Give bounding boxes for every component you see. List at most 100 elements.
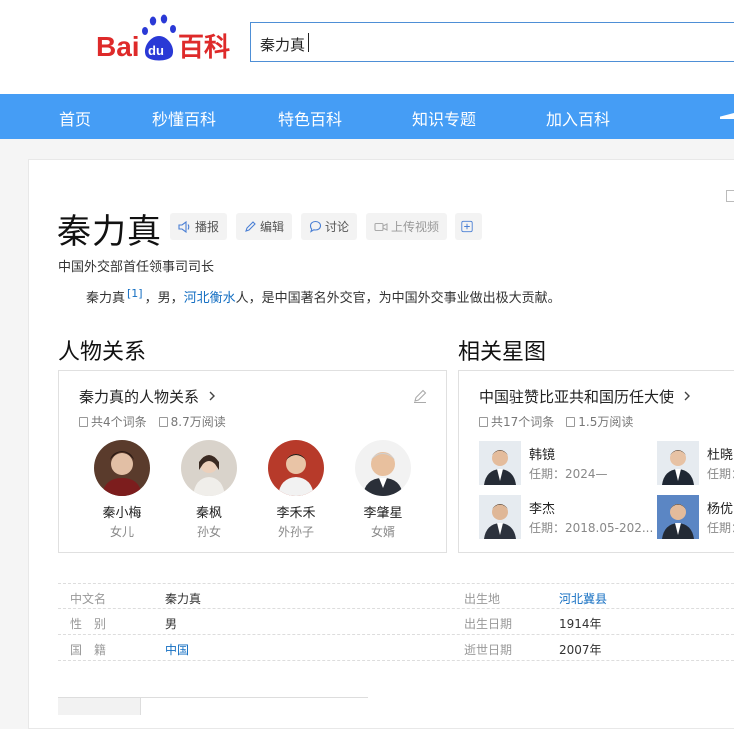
ambassador-name: 杜晓 (707, 448, 734, 463)
avatar (181, 440, 237, 496)
nav-item-special[interactable]: 特色百科 (278, 106, 342, 130)
info-value: 男 (165, 617, 178, 631)
edit-label: 编辑 (260, 220, 285, 234)
relations-box-title[interactable]: 秦力真的人物关系 (79, 386, 217, 407)
plus-icon (461, 220, 473, 233)
ambassador-photo (479, 495, 521, 539)
summary-rest: 人，是中国著名外交官，为中国外交事业做出极大贡献。 (235, 291, 561, 306)
book-icon (158, 416, 168, 427)
pencil-icon (245, 221, 256, 232)
stars-meta: 共17个词条 1.5万阅读 (479, 413, 633, 430)
ambassador-name: 韩镜 (529, 448, 556, 463)
side-panel-icon[interactable] (726, 190, 734, 202)
info-key: 国 籍 (70, 643, 107, 657)
relations-reads: 8.7万阅读 (170, 415, 226, 429)
discuss-button[interactable]: 讨论 (301, 213, 358, 240)
nav-edge-decoration (720, 113, 734, 119)
stars-reads: 1.5万阅读 (578, 415, 634, 429)
relations-count: 共4个词条 (91, 415, 147, 429)
person-qin-feng[interactable]: 秦枫 孙女 (174, 440, 244, 540)
svg-text:du: du (148, 43, 164, 58)
upload-video-button[interactable]: 上传视频 (366, 213, 448, 240)
ambassador-name: 杨优 (707, 502, 734, 517)
avatar (355, 440, 411, 496)
summary-name: 秦力真 (86, 291, 126, 306)
info-key: 出生日期 (464, 617, 513, 631)
main-nav: 首页 秒懂百科 特色百科 知识专题 加入百科 (0, 94, 734, 139)
info-value: 1914年 (559, 617, 602, 631)
page-title: 秦力真 (57, 212, 162, 252)
broadcast-label: 播报 (195, 220, 220, 234)
person-role: 女儿 (109, 525, 134, 539)
nav-item-topics[interactable]: 知识专题 (412, 106, 476, 130)
stars-count: 共17个词条 (491, 415, 555, 429)
avatar (94, 440, 150, 496)
chevron-right-icon (684, 391, 690, 401)
tab-stub[interactable] (58, 698, 141, 715)
star-map-box: 中国驻赞比亚共和国历任大使 共17个词条 1.5万阅读 韩镜 任期：2024— … (458, 370, 734, 553)
search-input-value: 秦力真 (260, 36, 306, 54)
birthplace-link[interactable]: 河北冀县 (559, 590, 607, 607)
svg-text:Bai: Bai (96, 31, 140, 62)
relations-section-title: 人物关系 (58, 340, 147, 365)
star-box-title-text: 中国驻赞比亚共和国历任大使 (479, 388, 675, 406)
reference-link[interactable]: [1] (127, 287, 143, 300)
hebei-hengshui-link[interactable]: 河北衡水 (184, 291, 236, 306)
star-box-title[interactable]: 中国驻赞比亚共和国历任大使 (479, 386, 692, 407)
upload-video-label: 上传视频 (391, 220, 440, 234)
info-row: 中文名 秦力真 出生地 河北冀县 (58, 583, 734, 609)
discuss-label: 讨论 (325, 220, 350, 234)
ambassador-term: 任期： (707, 521, 734, 535)
ambassador-term: 任期：2018.05-202... (529, 521, 654, 535)
chevron-right-icon (209, 391, 215, 401)
edit-pencil-icon[interactable] (412, 388, 428, 404)
person-qin-xiaomei[interactable]: 秦小梅 女儿 (87, 440, 157, 540)
ambassador-photo (657, 495, 699, 539)
edit-button[interactable]: 编辑 (236, 213, 293, 240)
add-button[interactable] (455, 213, 482, 240)
speaker-icon (178, 220, 190, 233)
avatar (268, 440, 324, 496)
relations-box-title-text: 秦力真的人物关系 (79, 388, 200, 406)
summary-mid: ，男， (144, 291, 184, 306)
book-icon (566, 416, 576, 427)
info-key: 出生地 (464, 592, 501, 606)
info-key: 性 别 (70, 617, 107, 631)
search-input[interactable]: 秦力真 (250, 22, 734, 62)
baidu-baike-logo[interactable]: Bai du 百科 (96, 14, 241, 64)
info-key: 中文名 (70, 592, 107, 606)
entry-subtitle: 中国外交部首任领事司司长 (58, 260, 215, 275)
relations-meta: 共4个词条 8.7万阅读 (79, 413, 226, 430)
person-name: 秦小梅 (102, 506, 142, 521)
ambassador-name: 李杰 (529, 502, 556, 517)
ambassador-photo (657, 441, 699, 485)
broadcast-button[interactable]: 播报 (170, 213, 228, 240)
comment-icon (309, 220, 322, 233)
person-li-hehe[interactable]: 李禾禾 外孙子 (261, 440, 331, 540)
info-key: 逝世日期 (464, 643, 513, 657)
nav-item-join[interactable]: 加入百科 (546, 106, 610, 130)
svg-text:百科: 百科 (178, 33, 230, 63)
person-name: 李禾禾 (276, 506, 316, 521)
site-header: Bai du 百科 秦力真 (0, 0, 734, 94)
ambassador-photo (479, 441, 521, 485)
entry-summary: 秦力真 [1] ，男，河北衡水人，是中国著名外交官，为中国外交事业做出极大贡献。 (86, 287, 561, 306)
text-caret (308, 33, 309, 52)
person-role: 女婿 (370, 525, 395, 539)
video-camera-icon (374, 222, 388, 231)
nav-item-home[interactable]: 首页 (59, 106, 91, 130)
info-row: 国 籍 中国 逝世日期 2007年 (58, 635, 734, 661)
info-row: 性 别 男 出生日期 1914年 (58, 609, 734, 635)
person-role: 外孙子 (277, 525, 314, 539)
nav-item-miaodong[interactable]: 秒懂百科 (152, 106, 216, 130)
nationality-link[interactable]: 中国 (165, 641, 189, 658)
ambassador-term: 任期： (707, 467, 734, 481)
person-role: 孙女 (196, 525, 221, 539)
person-li-zhaoxing[interactable]: 李肇星 女婿 (348, 440, 418, 540)
relations-box: 秦力真的人物关系 共4个词条 8.7万阅读 秦小梅 女儿 秦枫 孙女 李禾禾 外… (58, 370, 447, 553)
ambassador-term: 任期：2024— (529, 467, 608, 481)
person-name: 秦枫 (195, 506, 222, 521)
document-icon (479, 416, 488, 427)
document-icon (79, 416, 88, 427)
stars-section-title: 相关星图 (458, 340, 547, 365)
